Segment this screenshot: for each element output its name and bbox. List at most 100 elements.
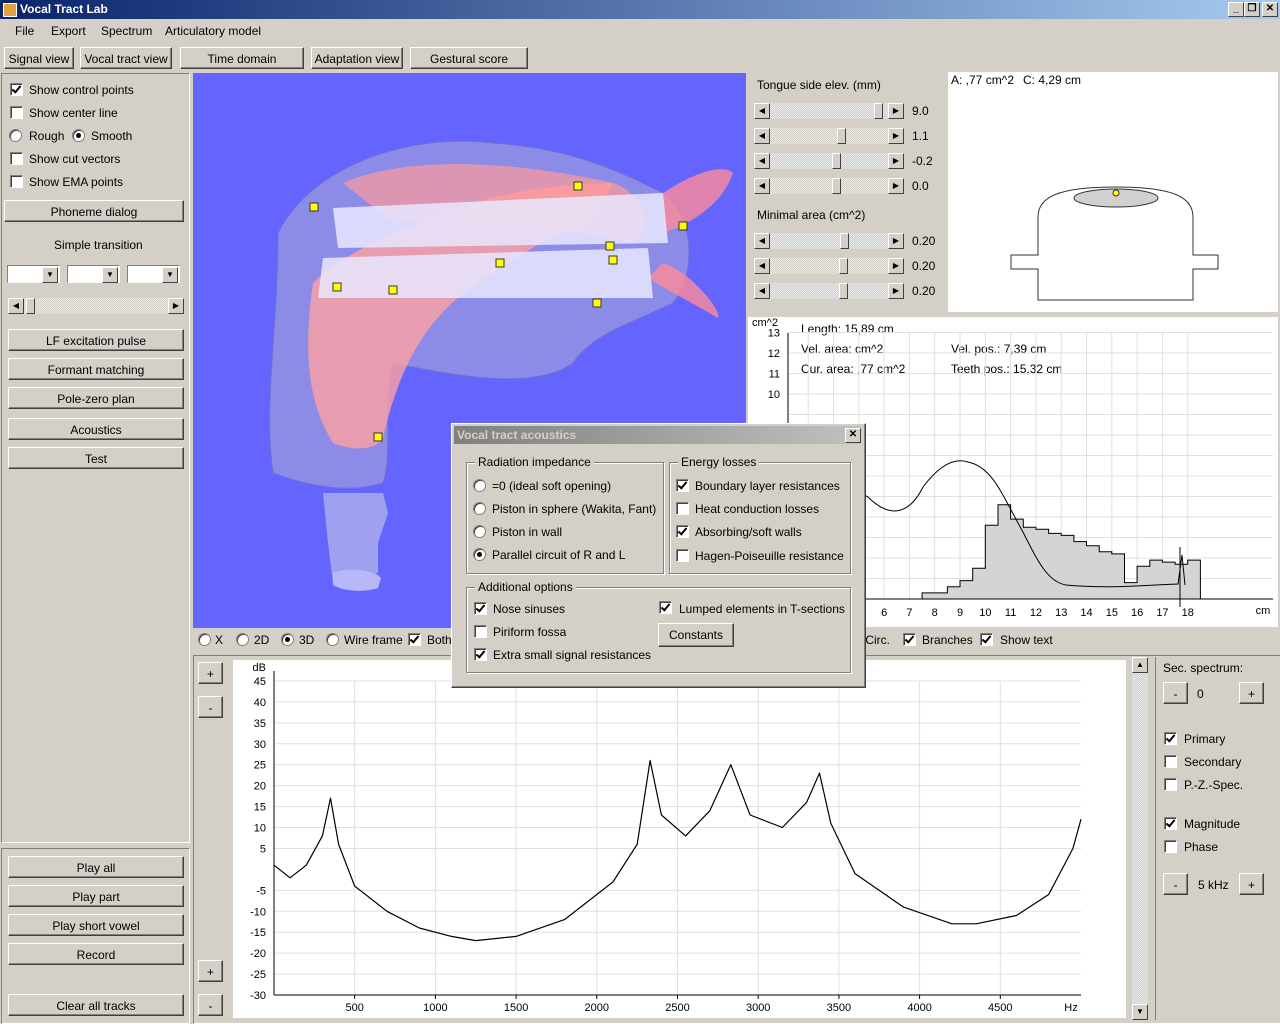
branches-checkbox[interactable] xyxy=(903,633,916,646)
view-3d-radio[interactable] xyxy=(281,633,294,646)
dialog-close-icon[interactable]: ✕ xyxy=(845,428,861,443)
formant-matching-button[interactable]: Formant matching xyxy=(8,358,184,380)
tongue-param-0-slider[interactable]: ◀ ▶ xyxy=(754,103,904,119)
secondary-checkbox[interactable] xyxy=(1164,755,1177,768)
play-all-button[interactable]: Play all xyxy=(8,856,184,878)
scroll-right-icon[interactable]: ▶ xyxy=(888,128,904,144)
scroll-left-icon[interactable]: ◀ xyxy=(8,298,24,314)
phase-checkbox[interactable] xyxy=(1164,840,1177,853)
cross-section-view[interactable]: A: ,77 cm^2 C: 4,29 cm xyxy=(948,72,1278,312)
scroll-right-icon[interactable]: ▶ xyxy=(888,258,904,274)
constants-button[interactable]: Constants xyxy=(658,623,734,647)
sec-spectrum-plus-button[interactable]: + xyxy=(1239,682,1264,704)
transition-combo-2[interactable]: ▼ xyxy=(67,265,120,283)
show-text-checkbox[interactable] xyxy=(980,633,993,646)
show-cut-vectors-checkbox[interactable] xyxy=(10,152,23,165)
scroll-right-icon[interactable]: ▶ xyxy=(888,103,904,119)
scroll-left-icon[interactable]: ◀ xyxy=(754,233,770,249)
rough-radio[interactable] xyxy=(9,129,22,142)
close-icon[interactable]: ✕ xyxy=(1262,2,1278,17)
test-button[interactable]: Test xyxy=(8,447,184,469)
scroll-up-icon[interactable]: ▲ xyxy=(1132,657,1148,673)
min-area-2-slider[interactable]: ◀ ▶ xyxy=(754,283,904,299)
slider-thumb[interactable] xyxy=(839,283,848,299)
tab-vocal-tract-view[interactable]: Vocal tract view xyxy=(80,47,172,69)
zoom-in-db-button[interactable]: + xyxy=(198,662,223,684)
restore-icon[interactable]: ❐ xyxy=(1244,2,1260,17)
transition-combo-1[interactable]: ▼ xyxy=(7,265,60,283)
menu-spectrum[interactable]: Spectrum xyxy=(101,24,152,38)
transition-combo-3[interactable]: ▼ xyxy=(127,265,180,283)
scroll-right-icon[interactable]: ▶ xyxy=(168,298,184,314)
record-button[interactable]: Record xyxy=(8,943,184,965)
slider-thumb[interactable] xyxy=(874,103,883,119)
boundary-layer-checkbox[interactable] xyxy=(676,479,689,492)
clear-all-tracks-button[interactable]: Clear all tracks xyxy=(8,994,184,1016)
nose-sinuses-checkbox[interactable] xyxy=(474,602,487,615)
tongue-param-3-slider[interactable]: ◀ ▶ xyxy=(754,178,904,194)
zoom-out-db-button[interactable]: - xyxy=(198,696,223,718)
phoneme-dialog-button[interactable]: Phoneme dialog xyxy=(4,200,184,222)
scroll-left-icon[interactable]: ◀ xyxy=(754,128,770,144)
slider-thumb[interactable] xyxy=(839,258,848,274)
radiation-piston-wall-radio[interactable] xyxy=(473,525,486,538)
wire-frame-radio[interactable] xyxy=(326,633,339,646)
zoom-out-freq-button[interactable]: - xyxy=(198,994,223,1016)
magnitude-checkbox[interactable] xyxy=(1164,817,1177,830)
tongue-param-2-slider[interactable]: ◀ ▶ xyxy=(754,153,904,169)
heat-conduction-checkbox[interactable] xyxy=(676,502,689,515)
chevron-down-icon[interactable]: ▼ xyxy=(42,267,58,283)
scroll-left-icon[interactable]: ◀ xyxy=(754,178,770,194)
min-area-1-slider[interactable]: ◀ ▶ xyxy=(754,258,904,274)
scroll-right-icon[interactable]: ▶ xyxy=(888,153,904,169)
scroll-right-icon[interactable]: ▶ xyxy=(888,178,904,194)
range-minus-button[interactable]: - xyxy=(1163,873,1188,895)
menu-file[interactable]: File xyxy=(15,24,34,38)
tongue-param-1-slider[interactable]: ◀ ▶ xyxy=(754,128,904,144)
minimize-icon[interactable]: _ xyxy=(1228,2,1244,17)
tab-gestural-score[interactable]: Gestural score xyxy=(410,47,528,69)
scroll-left-icon[interactable]: ◀ xyxy=(754,258,770,274)
sec-spectrum-minus-button[interactable]: - xyxy=(1163,682,1188,704)
pz-spec-checkbox[interactable] xyxy=(1164,778,1177,791)
min-area-0-slider[interactable]: ◀ ▶ xyxy=(754,233,904,249)
absorbing-walls-checkbox[interactable] xyxy=(676,525,689,538)
view-x-radio[interactable] xyxy=(198,633,211,646)
slider-thumb[interactable] xyxy=(840,233,849,249)
radiation-ideal-radio[interactable] xyxy=(473,479,486,492)
slider-thumb[interactable] xyxy=(26,298,35,314)
transition-slider[interactable]: ◀ ▶ xyxy=(8,298,184,314)
scroll-left-icon[interactable]: ◀ xyxy=(754,153,770,169)
hagen-poiseuille-checkbox[interactable] xyxy=(676,549,689,562)
slider-thumb[interactable] xyxy=(837,128,846,144)
range-plus-button[interactable]: + xyxy=(1239,873,1264,895)
lumped-elements-checkbox[interactable] xyxy=(659,601,672,614)
show-center-line-checkbox[interactable] xyxy=(10,106,23,119)
slider-thumb[interactable] xyxy=(832,178,841,194)
scroll-left-icon[interactable]: ◀ xyxy=(754,283,770,299)
tab-signal-view[interactable]: Signal view xyxy=(4,47,74,69)
tab-time-domain-simulation[interactable]: Time domain simulation xyxy=(180,47,304,88)
tab-adaptation-view[interactable]: Adaptation view xyxy=(311,47,403,69)
show-control-points-checkbox[interactable] xyxy=(10,83,23,96)
menu-articulatory-model[interactable]: Articulatory model xyxy=(165,24,261,38)
slider-thumb[interactable] xyxy=(832,153,841,169)
scroll-right-icon[interactable]: ▶ xyxy=(888,283,904,299)
chevron-down-icon[interactable]: ▼ xyxy=(162,267,178,283)
piriform-fossa-checkbox[interactable] xyxy=(474,625,487,638)
pole-zero-plan-button[interactable]: Pole-zero plan xyxy=(8,387,184,409)
spectrum-scrollbar[interactable]: ▲ ▼ xyxy=(1132,657,1148,1020)
smooth-radio[interactable] xyxy=(72,129,85,142)
extra-small-resistances-checkbox[interactable] xyxy=(474,648,487,661)
scroll-down-icon[interactable]: ▼ xyxy=(1132,1004,1148,1020)
menu-export[interactable]: Export xyxy=(51,24,86,38)
zoom-in-freq-button[interactable]: + xyxy=(198,960,223,982)
primary-checkbox[interactable] xyxy=(1164,732,1177,745)
acoustics-button[interactable]: Acoustics xyxy=(8,418,184,440)
view-2d-radio[interactable] xyxy=(236,633,249,646)
radiation-parallel-rl-radio[interactable] xyxy=(473,548,486,561)
play-part-button[interactable]: Play part xyxy=(8,885,184,907)
both-checkbox[interactable] xyxy=(408,633,421,646)
radiation-piston-sphere-radio[interactable] xyxy=(473,502,486,515)
lf-excitation-pulse-button[interactable]: LF excitation pulse xyxy=(8,329,184,351)
